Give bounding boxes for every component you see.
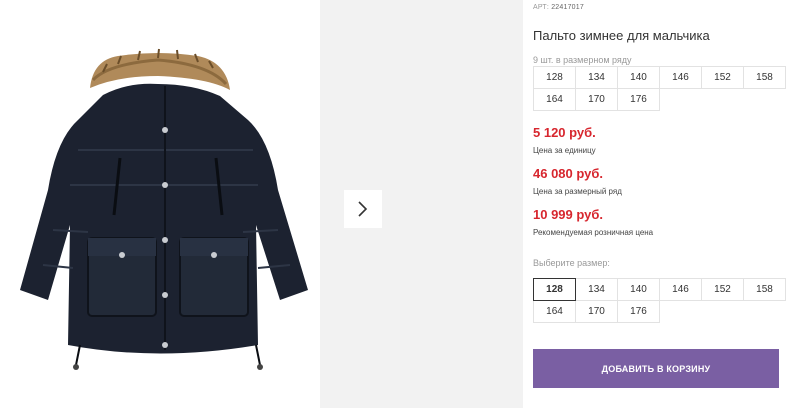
- product-image: [8, 0, 320, 408]
- retail-price: 10 999 руб.: [533, 207, 604, 222]
- size-option[interactable]: 152: [701, 278, 744, 301]
- size-selector: 128 134 140 146 152 158 164 170 176: [533, 278, 786, 323]
- choose-size-label: Выберите размер:: [533, 258, 610, 268]
- pack-size-cell: 170: [575, 88, 618, 111]
- chevron-right-icon: [358, 201, 368, 217]
- size-option[interactable]: 134: [575, 278, 618, 301]
- article-label: АРТ:: [533, 4, 550, 11]
- gallery-next-button[interactable]: [344, 190, 382, 228]
- add-to-cart-button[interactable]: ДОБАВИТЬ В КОРЗИНУ: [533, 349, 779, 388]
- winter-coat-image: [20, 48, 308, 370]
- size-option[interactable]: 170: [575, 300, 618, 323]
- pack-price: 46 080 руб.: [533, 166, 604, 181]
- pack-size-cell: 164: [533, 88, 576, 111]
- size-option[interactable]: 176: [617, 300, 660, 323]
- pack-size-cell: 158: [743, 66, 786, 89]
- pack-size-cell: 176: [617, 88, 660, 111]
- size-option[interactable]: 158: [743, 278, 786, 301]
- size-option-selected[interactable]: 128: [533, 278, 576, 301]
- unit-price: 5 120 руб.: [533, 125, 596, 140]
- unit-price-label: Цена за единицу: [533, 146, 596, 155]
- pack-price-label: Цена за размерный ряд: [533, 187, 622, 196]
- pack-size-grid: 128 134 140 146 152 158 164 170 176: [533, 66, 786, 111]
- size-option[interactable]: 140: [617, 278, 660, 301]
- article-value: 22417017: [551, 4, 584, 11]
- pack-size-cell: 134: [575, 66, 618, 89]
- retail-price-label: Рекомендуемая розничная цена: [533, 228, 654, 237]
- size-option[interactable]: 146: [659, 278, 702, 301]
- pack-size-cell: 146: [659, 66, 702, 89]
- pack-size-cell: 140: [617, 66, 660, 89]
- size-option[interactable]: 164: [533, 300, 576, 323]
- product-title: Пальто зимнее для мальчика: [533, 28, 710, 43]
- pack-size-cell: 128: [533, 66, 576, 89]
- pack-count-note: 9 шт. в размерном ряду: [533, 55, 632, 65]
- pack-size-cell: 152: [701, 66, 744, 89]
- article-number: АРТ: 22417017: [533, 4, 584, 11]
